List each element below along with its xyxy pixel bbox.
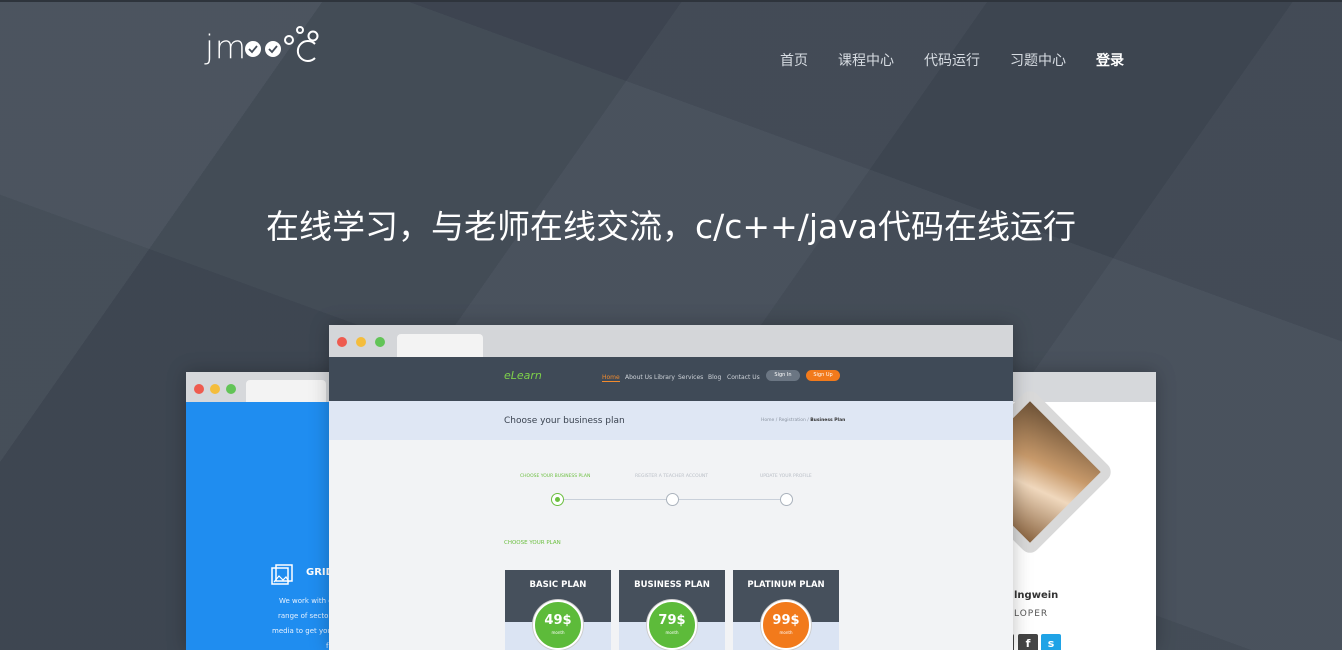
breadcrumb-item[interactable]: Registration xyxy=(779,418,806,423)
mockup-nav-home[interactable]: Home xyxy=(602,374,620,382)
mockup-nav-about[interactable]: About Us xyxy=(625,374,652,381)
mockup-breadcrumb: Home / Registration / Business Plan xyxy=(761,418,846,423)
browser-tab xyxy=(397,334,483,357)
mockup-nav-library[interactable]: Library xyxy=(654,374,675,381)
right-browser-mockup: lngwein LOPER f s xyxy=(990,372,1156,650)
minimize-dot-icon xyxy=(356,337,366,347)
plan-name: PLATINUM PLAN xyxy=(747,580,825,590)
nav-courses[interactable]: 课程中心 xyxy=(838,50,894,70)
top-border xyxy=(0,0,1342,2)
facebook-icon[interactable]: f xyxy=(1018,634,1038,650)
profile-role: LOPER xyxy=(1014,609,1049,619)
mockup-sign-up-button[interactable]: Sign Up xyxy=(806,370,840,381)
nav-login[interactable]: 登录 xyxy=(1096,50,1124,70)
logo-circles-icon xyxy=(245,26,319,62)
feature-text-line: range of sector xyxy=(278,612,332,620)
plan-price: 79$ xyxy=(658,613,686,628)
browser-chrome xyxy=(990,372,1156,402)
main-nav: 首页 课程中心 代码运行 习题中心 登录 xyxy=(780,50,1124,70)
browser-chrome xyxy=(329,325,1013,357)
mockup-site-nav: eLearn Home About Us Library Services Bl… xyxy=(329,357,1013,401)
step-label: UPDATE YOUR PROFILE xyxy=(760,474,812,479)
step-label: REGISTER A TEACHER ACCOUNT xyxy=(635,474,709,479)
mockup-steps-area: CHOOSE YOUR BUSINESS PLAN REGISTER A TEA… xyxy=(329,440,1013,650)
step-label: CHOOSE YOUR BUSINESS PLAN xyxy=(520,474,591,479)
skype-icon[interactable]: s xyxy=(1041,634,1061,650)
plan-name: BASIC PLAN xyxy=(529,580,587,590)
mockup-logo: eLearn xyxy=(504,369,542,382)
step-dot[interactable] xyxy=(780,493,793,506)
site-logo[interactable]: jm xyxy=(205,22,325,68)
plan-card-basic[interactable]: BASIC PLAN 49$ month xyxy=(505,570,611,650)
mockup-page-header: Choose your business plan Home / Registr… xyxy=(329,401,1013,440)
plan-card-business[interactable]: BUSINESS PLAN 79$ month xyxy=(619,570,725,650)
mockup-page-title: Choose your business plan xyxy=(504,416,625,426)
step-dot-active[interactable] xyxy=(551,493,564,506)
plan-period: month xyxy=(779,630,793,635)
plan-period: month xyxy=(665,630,679,635)
maximize-dot-icon xyxy=(226,384,236,394)
plan-card-platinum[interactable]: PLATINUM PLAN 99$ month xyxy=(733,570,839,650)
price-circle: 79$ month xyxy=(647,600,697,650)
maximize-dot-icon xyxy=(375,337,385,347)
mockup-nav-services[interactable]: Services xyxy=(678,374,703,381)
close-dot-icon xyxy=(194,384,204,394)
breadcrumb-item[interactable]: Home xyxy=(761,418,774,423)
breadcrumb-current: Business Plan xyxy=(810,418,846,423)
price-circle: 49$ month xyxy=(533,600,583,650)
step-dot[interactable] xyxy=(666,493,679,506)
nav-exercises[interactable]: 习题中心 xyxy=(1010,50,1066,70)
mockup-nav-contact[interactable]: Contact Us xyxy=(727,374,760,381)
browser-tab xyxy=(246,380,326,402)
main-browser-mockup: eLearn Home About Us Library Services Bl… xyxy=(329,325,1013,650)
feature-text-line: media to get your xyxy=(272,627,335,635)
profile-name: lngwein xyxy=(1014,590,1059,601)
plan-name: BUSINESS PLAN xyxy=(634,580,710,590)
choose-plan-label: CHOOSE YOUR PLAN xyxy=(504,540,561,546)
minimize-dot-icon xyxy=(210,384,220,394)
plan-price: 49$ xyxy=(544,613,572,628)
plan-period: month xyxy=(551,630,565,635)
hero-headline: 在线学习，与老师在线交流，c/c++/java代码在线运行 xyxy=(266,207,1076,246)
gallery-icon xyxy=(271,564,293,585)
nav-home[interactable]: 首页 xyxy=(780,50,808,70)
mockup-sign-in-button[interactable]: Sign In xyxy=(766,370,800,381)
price-circle: 99$ month xyxy=(761,600,811,650)
feature-text-line: We work with cli xyxy=(279,597,337,605)
mockup-nav-blog[interactable]: Blog xyxy=(708,374,721,381)
nav-code-run[interactable]: 代码运行 xyxy=(924,50,980,70)
plan-price: 99$ xyxy=(772,613,800,628)
close-dot-icon xyxy=(337,337,347,347)
